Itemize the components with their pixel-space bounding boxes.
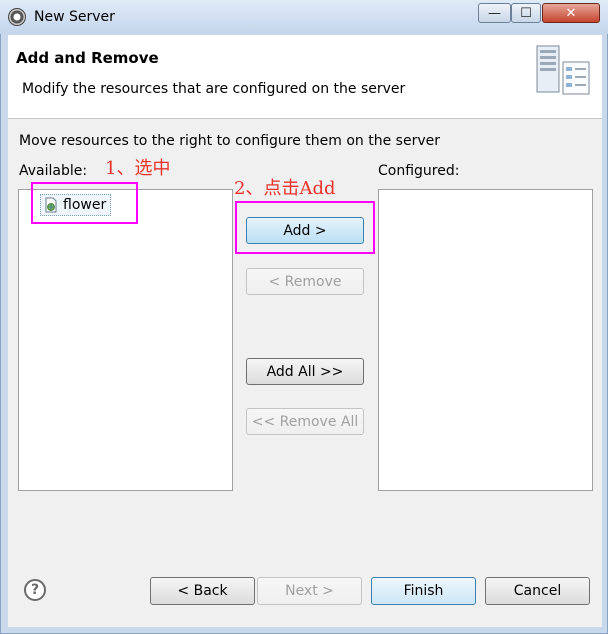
annotation-step1: 1、选中: [105, 158, 171, 179]
cancel-button[interactable]: Cancel: [485, 577, 590, 605]
annotation-step2: 2、点击Add: [234, 178, 336, 199]
page-title: Add and Remove: [16, 49, 159, 67]
close-button[interactable]: ✕: [542, 3, 600, 23]
window-title: New Server: [34, 9, 115, 25]
server-wizard-icon: [536, 45, 590, 95]
add-all-button[interactable]: Add All >>: [246, 358, 364, 385]
available-label: Available:: [19, 163, 88, 179]
annotation-box-add: [235, 201, 375, 254]
finish-button[interactable]: Finish: [371, 577, 476, 605]
eclipse-app-icon: [8, 8, 26, 26]
annotation-box-select: [31, 182, 138, 224]
back-button[interactable]: < Back: [150, 577, 255, 605]
wizard-header: [8, 35, 602, 119]
next-button[interactable]: Next >: [257, 577, 362, 605]
minimize-button[interactable]: —: [478, 3, 511, 23]
instruction-text: Move resources to the right to configure…: [19, 133, 440, 149]
page-description: Modify the resources that are configured…: [22, 81, 406, 97]
footer-separator: [8, 548, 602, 549]
configured-list[interactable]: [378, 189, 593, 491]
maximize-button[interactable]: ☐: [511, 3, 541, 23]
available-list[interactable]: [18, 189, 233, 491]
remove-button[interactable]: < Remove: [246, 268, 364, 295]
remove-all-button[interactable]: << Remove All: [246, 408, 364, 435]
configured-label: Configured:: [378, 163, 460, 179]
help-icon[interactable]: ?: [24, 579, 46, 601]
